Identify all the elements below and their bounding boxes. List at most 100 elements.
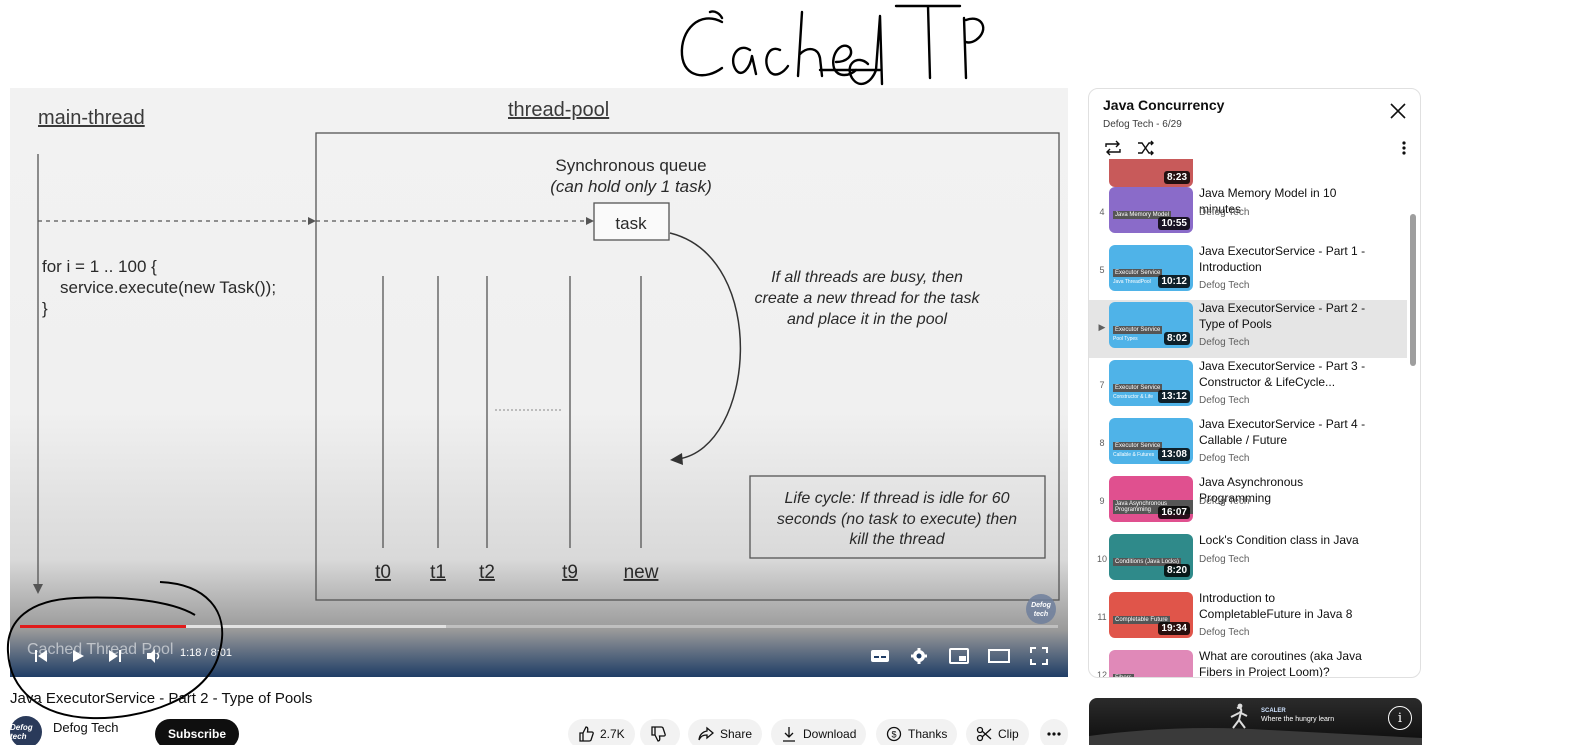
subtitles-button[interactable] [867, 643, 893, 669]
playlist-item-channel: Defog Tech [1199, 554, 1250, 565]
thumbnail-text: Executor Service [1113, 269, 1163, 277]
subtitles-icon [871, 650, 889, 662]
more-vertical-icon[interactable] [1402, 141, 1406, 155]
playlist-item-duration: 19:34 [1158, 622, 1190, 635]
svg-text:tech: tech [1034, 611, 1048, 618]
fullscreen-button[interactable] [1026, 643, 1052, 669]
svg-text:$: $ [891, 730, 896, 740]
share-label: Share [720, 727, 753, 741]
playlist-item[interactable]: 8 Executor Service Callable & Futures 13:08… [1089, 416, 1407, 474]
playlist-item-title: Java ExecutorService - Part 2 - Type of … [1199, 301, 1366, 331]
share-button[interactable]: Share [688, 719, 763, 745]
playlist-item-channel: Defog Tech [1199, 280, 1250, 291]
code-line-1: for i = 1 .. 100 { [42, 257, 157, 276]
ad-tagline: Where the hungry learn [1261, 716, 1335, 723]
ad-image [1089, 703, 1422, 745]
dislike-button[interactable] [640, 719, 680, 745]
channel-name[interactable]: Defog Tech [53, 720, 119, 735]
fullscreen-icon [1030, 647, 1048, 665]
settings-button[interactable] [906, 643, 932, 669]
playlist-item-channel: Defog Tech [1199, 337, 1250, 348]
playlist-item-index: 5 [1099, 265, 1105, 275]
thread-label-t9: t9 [562, 562, 578, 583]
share-icon [698, 726, 714, 741]
thread-label-t1: t1 [430, 562, 446, 583]
theater-icon [988, 649, 1010, 663]
close-icon[interactable] [1388, 101, 1408, 121]
thread-label-t0: t0 [375, 562, 391, 583]
more-actions-button[interactable] [1040, 719, 1068, 745]
playlist-item-index: 4 [1099, 207, 1105, 217]
clip-button[interactable]: Clip [966, 719, 1029, 745]
playlist-item[interactable]: 12Fibers11:05What are coroutines (aka Ja… [1089, 648, 1407, 678]
playlist-item-channel: Defog Tech [1199, 627, 1250, 638]
busy-text-line-1: If all threads are busy, then [771, 269, 963, 286]
thumbnail-text: Executor Service [1113, 326, 1163, 334]
playlist-item[interactable]: 10 Conditions (Java Locks) 8:20 Lock's Cond… [1089, 532, 1407, 590]
busy-text-line-3: and place it in the pool [787, 311, 948, 328]
playlist-scrollbar[interactable] [1410, 214, 1416, 366]
playlist-item-duration: 8:23 [1163, 171, 1190, 184]
code-line-3: } [42, 299, 48, 318]
playlist-item-title: Lock's Condition class in Java [1199, 533, 1359, 547]
thumbnail-subtext: Callable & Futures [1113, 452, 1155, 458]
playlist-subtitle: Defog Tech - 6/29 [1103, 119, 1182, 130]
playlist-item-channel: Defog Tech [1199, 395, 1250, 406]
code-line-2: service.execute(new Task()); [60, 278, 276, 297]
playlist-item[interactable]: 11 Completable Future 19:34 Introduction to… [1089, 590, 1407, 648]
playlist-item-index: 11 [1097, 612, 1107, 622]
thumbnail-text: Executor Service [1113, 384, 1163, 392]
playlist-item-index: 10 [1096, 554, 1107, 564]
playlist-items: 8:23 4 Java Memory Model 10:55 Java Memory M… [1089, 159, 1420, 678]
playlist-panel: Java Concurrency Defog Tech - 6/29 8:23 4… [1088, 88, 1421, 678]
thread-label-new: new [624, 562, 659, 583]
playlist-item[interactable]: 9 Java Asynchronous Programming 16:07 Java … [1089, 474, 1407, 532]
lifecycle-line-1: Life cycle: If thread is idle for 60 [785, 490, 1010, 507]
playlist-item-channel: Defog Tech [1199, 496, 1250, 507]
handwritten-annotation [680, 4, 985, 86]
task-label: task [615, 214, 647, 233]
playlist-item-title: Java ExecutorService - Part 4 - Callable… [1199, 417, 1366, 447]
playlist-item-duration: 8:02 [1163, 332, 1190, 345]
thumbnail-text: Executor Service [1113, 442, 1163, 450]
playlist-item-duration: 10:55 [1158, 217, 1190, 230]
playlist-item-title: Introduction to CompletableFuture in Jav… [1199, 591, 1353, 621]
scissors-icon [976, 726, 992, 742]
subscribe-button[interactable]: Subscribe [155, 719, 240, 745]
thread-pool-label: thread-pool [508, 99, 609, 121]
download-button[interactable]: Download [771, 719, 867, 745]
playlist-item-thumbnail: Fibers11:05 [1109, 650, 1193, 677]
thread-pool-box [315, 132, 1060, 601]
playlist-item[interactable]: 4 Java Memory Model 10:55 Java Memory Model… [1089, 185, 1407, 243]
playlist-item-title: What are coroutines (aka Java Fibers in … [1199, 649, 1362, 678]
thumbs-up-icon [579, 726, 594, 742]
info-icon[interactable]: i [1388, 706, 1412, 730]
ad-brand: SCALER [1261, 708, 1286, 714]
thanks-icon: $ [886, 726, 902, 742]
like-button[interactable]: 2.7K [568, 719, 635, 745]
ad-banner[interactable]: SCALER Where the hungry learn i [1089, 698, 1422, 745]
theater-mode-button[interactable] [986, 643, 1012, 669]
playlist-item-current[interactable]: ▶ Executor Service Pool Types 8:02 Java Exec… [1089, 300, 1407, 358]
channel-avatar[interactable]: Defog tech [10, 716, 42, 745]
playlist-item-thumbnail: Java Memory Model 10:55 [1109, 187, 1193, 233]
shuffle-icon[interactable] [1136, 139, 1156, 157]
download-label: Download [803, 727, 857, 741]
thread-label-t2: t2 [479, 562, 495, 583]
thumbs-down-icon [651, 726, 666, 742]
channel-watermark: Defog tech [1026, 594, 1056, 624]
youtube-watch-page: main-thread thread-pool for i = 1 .. 100… [0, 0, 1579, 745]
loop-icon[interactable] [1103, 139, 1123, 157]
thanks-button[interactable]: $ Thanks [876, 719, 958, 745]
video-title: Java ExecutorService - Part 2 - Type of … [10, 690, 313, 707]
like-count: 2.7K [600, 727, 625, 741]
playlist-item-duration: 13:12 [1158, 390, 1190, 403]
playlist-item[interactable]: 7 Executor Service Constructor & Life 13:12… [1089, 358, 1407, 416]
playlist-item-channel: Defog Tech [1199, 453, 1250, 464]
playlist-item-channel: Defog Tech [1199, 207, 1250, 218]
queue-title: Synchronous queue [555, 156, 706, 175]
playlist-item[interactable]: 5 Executor Service Java ThreadPool 10:12 Jav… [1089, 243, 1407, 301]
playlist-item-thumbnail: Java Asynchronous Programming 16:07 [1109, 476, 1193, 522]
miniplayer-button[interactable] [946, 643, 972, 669]
playlist-title[interactable]: Java Concurrency [1103, 97, 1224, 113]
